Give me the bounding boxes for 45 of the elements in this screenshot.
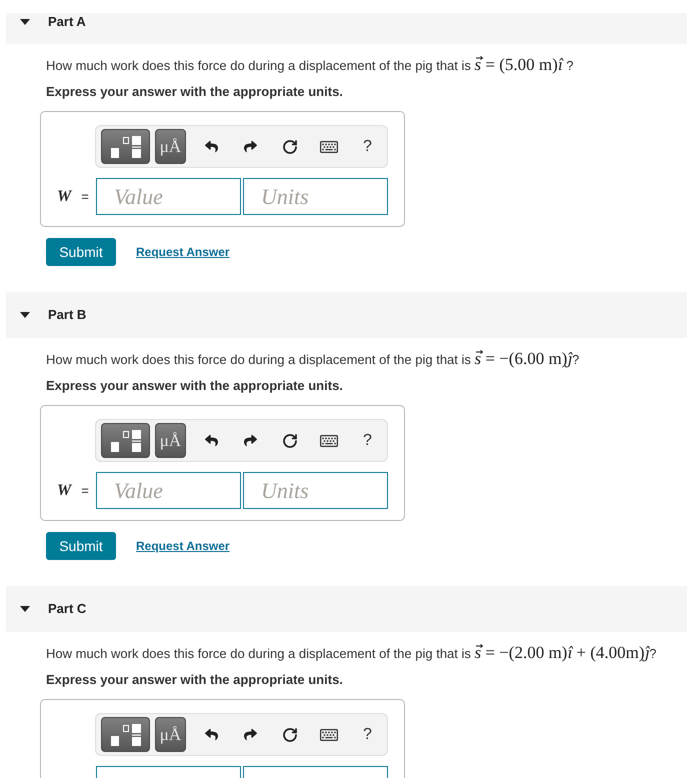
vector-arrow-icon: [476, 644, 482, 648]
question-text: How much work does this force do during a displacement of the pig that is s = −(6.00 m)ȷ̂?: [46, 349, 580, 370]
units-button[interactable]: μÅ: [155, 423, 186, 458]
units-button[interactable]: μÅ: [155, 129, 186, 164]
value-field[interactable]: Value: [96, 178, 241, 215]
instruction-text: Express your answer with the appropriate units.: [46, 378, 343, 394]
fraction-template-icon: [110, 724, 140, 746]
question-text: How much work does this force do during a displacement of the pig that is s = (5.00 m)ı̂ ?: [46, 55, 574, 76]
variable-label: W: [57, 186, 72, 206]
reset-icon: [282, 432, 298, 448]
submit-button[interactable]: Submit: [46, 238, 116, 266]
reset-icon: [282, 726, 298, 742]
redo-icon: [244, 434, 257, 447]
part-header[interactable]: Part A: [6, 13, 687, 44]
value-field[interactable]: Value: [96, 472, 241, 509]
fraction-template-icon: [110, 136, 140, 158]
part-header[interactable]: Part C: [6, 586, 687, 632]
templates-button[interactable]: [101, 423, 150, 458]
help-button[interactable]: ?: [348, 717, 387, 752]
instruction-text: Express your answer with the appropriate units.: [46, 672, 343, 688]
redo-icon: [244, 728, 257, 741]
templates-button[interactable]: [101, 129, 150, 164]
redo-icon: [244, 140, 257, 153]
undo-icon: [205, 728, 218, 741]
help-button[interactable]: ?: [348, 423, 387, 458]
vector-arrow-icon: [476, 350, 482, 354]
units-field[interactable]: Units: [243, 178, 388, 215]
submit-button[interactable]: Submit: [46, 532, 116, 560]
vector-arrow-icon: [476, 56, 482, 60]
templates-button[interactable]: [101, 717, 150, 752]
units-button[interactable]: μÅ: [155, 717, 186, 752]
part-header[interactable]: Part B: [6, 292, 687, 338]
reset-icon: [282, 138, 298, 154]
undo-icon: [205, 140, 218, 153]
help-button[interactable]: ?: [348, 129, 387, 164]
request-answer-link[interactable]: Request Answer: [136, 243, 230, 261]
question-text: How much work does this force do during a displacement of the pig that is s = −(2.00 m)ı̂ + (4.00m)ȷ̂?: [46, 643, 656, 664]
units-field[interactable]: Units: [243, 472, 388, 509]
fraction-template-icon: [110, 430, 140, 452]
equals-sign: =: [81, 482, 89, 500]
equals-sign: =: [81, 188, 89, 206]
undo-icon: [205, 434, 218, 447]
instruction-text: Express your answer with the appropriate units.: [46, 84, 343, 100]
request-answer-link[interactable]: Request Answer: [136, 537, 230, 555]
variable-label: W: [57, 480, 72, 500]
